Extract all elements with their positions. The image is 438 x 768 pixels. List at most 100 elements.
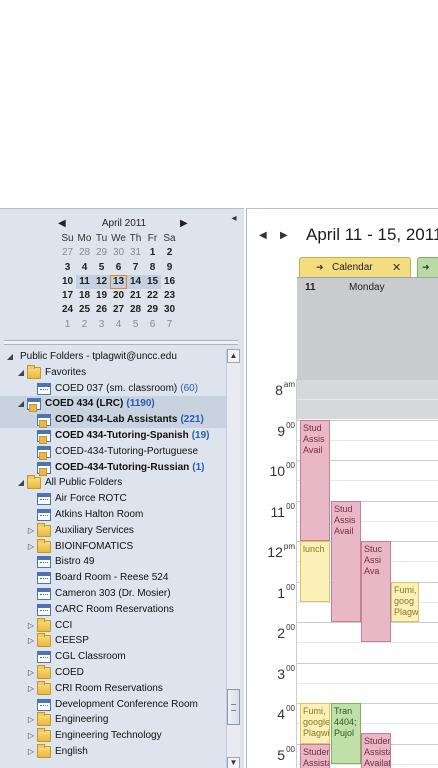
appointment[interactable]: lunch	[300, 541, 330, 602]
day-column-header[interactable]: 11 Monday	[297, 277, 438, 379]
folder-item[interactable]: Atkins Halton Room	[0, 507, 226, 523]
folder-item[interactable]: COED 434-Lab Assistants (221)	[0, 412, 226, 429]
scroll-up-icon[interactable]: ▲	[227, 349, 240, 363]
folder-item[interactable]: COED 434-Tutoring-Spanish (19)	[0, 428, 226, 444]
back-arrow-icon[interactable]: ◀	[259, 229, 269, 243]
appointment[interactable]: Stud Assis Avail	[331, 500, 361, 622]
expand-arrow-icon[interactable]: ▷	[27, 728, 35, 744]
folder-item[interactable]: ▷ COED	[0, 665, 226, 681]
appointment[interactable]: Tran 4404; Pujol	[331, 703, 361, 764]
date-cell[interactable]: 11	[76, 274, 93, 290]
collapse-arrow-icon[interactable]: ◢	[6, 349, 14, 365]
folder-item[interactable]: Bistro 49	[0, 554, 226, 570]
folder-item[interactable]: ◢ Public Folders - tplagwit@uncc.edu	[0, 349, 226, 365]
tab-calendar[interactable]: ➜ Calendar ✕	[299, 257, 411, 277]
date-cell[interactable]: 5	[93, 261, 110, 275]
tab-overlay-calendar[interactable]: ➜	[417, 257, 438, 277]
date-cell[interactable]: 3	[93, 318, 110, 332]
date-cell[interactable]: 23	[161, 289, 178, 303]
forward-arrow-icon[interactable]: ▶	[280, 229, 290, 243]
date-cell[interactable]: 10	[59, 275, 76, 289]
date-cell[interactable]: 1	[144, 246, 161, 260]
date-cell[interactable]: 17	[59, 289, 76, 303]
date-cell[interactable]: 4	[76, 261, 93, 275]
folder-item[interactable]: Cameron 303 (Dr. Mosier)	[0, 586, 226, 602]
expand-arrow-icon[interactable]: ▷	[27, 744, 35, 760]
date-cell[interactable]: 16	[161, 275, 178, 289]
folder-tree-scrollbar[interactable]: ▲ ▼	[226, 349, 240, 768]
folder-item[interactable]: ▷ Engineering	[0, 712, 226, 728]
previous-month-icon[interactable]: ◀	[58, 217, 68, 231]
pane-splitter[interactable]	[4, 340, 238, 345]
date-cell[interactable]: 3	[59, 261, 76, 275]
scroll-thumb[interactable]	[227, 689, 240, 725]
folder-item[interactable]: ◢ Favorites	[0, 364, 226, 381]
folder-item[interactable]: COED 037 (sm. classroom) (60)	[0, 381, 226, 397]
folder-item[interactable]: ▷ Engineering Technology	[0, 728, 226, 744]
expand-arrow-icon[interactable]: ▷	[27, 539, 35, 555]
day-grid[interactable]: Stud Assis Avail Stud Assis Avail lunch Stu…	[297, 379, 438, 768]
date-cell[interactable]: 24	[59, 303, 76, 317]
date-cell[interactable]: 6	[110, 261, 127, 275]
folder-item[interactable]: ▷ English	[0, 744, 226, 760]
date-cell[interactable]: 30	[161, 303, 178, 317]
appointment[interactable]: Fumi, google Plagwi	[300, 703, 330, 744]
date-cell[interactable]: 15	[144, 274, 161, 290]
folder-item[interactable]: ▷ CCI	[0, 617, 226, 634]
expand-arrow-icon[interactable]: ▷	[27, 618, 35, 634]
date-cell[interactable]: 28	[76, 246, 93, 260]
folder-item[interactable]: ◢ All Public Folders	[0, 475, 226, 491]
collapse-arrow-icon[interactable]: ◢	[17, 475, 25, 491]
collapse-arrow-icon[interactable]: ◢	[17, 365, 25, 381]
appointment[interactable]: Studen Assista Availat	[361, 733, 391, 768]
folder-item[interactable]: Development Conference Room	[0, 697, 226, 713]
date-cell[interactable]: 20	[110, 289, 127, 303]
folder-item[interactable]: Board Room - Reese 524	[0, 570, 226, 586]
date-cell[interactable]: 2	[161, 246, 178, 260]
date-cell[interactable]: 12	[93, 274, 110, 290]
date-cell[interactable]: 26	[93, 303, 110, 317]
folder-item[interactable]: CGL Classroom	[0, 649, 226, 665]
folder-item[interactable]: ▷ BIOINFOMATICS	[0, 538, 226, 555]
date-cell[interactable]: 18	[76, 289, 93, 303]
close-icon[interactable]: ✕	[392, 261, 401, 274]
collapse-arrow-icon[interactable]: ◢	[17, 396, 25, 412]
date-cell[interactable]: 30	[110, 246, 127, 260]
appointment[interactable]: Stud Assis Avail	[300, 419, 330, 541]
date-cell[interactable]: 27	[110, 303, 127, 317]
date-cell[interactable]: 1	[59, 318, 76, 332]
date-cell[interactable]: 29	[93, 246, 110, 260]
date-cell[interactable]: 7	[127, 261, 144, 275]
scroll-down-icon[interactable]: ▼	[227, 757, 240, 768]
expand-arrow-icon[interactable]: ▷	[27, 665, 35, 681]
expand-arrow-icon[interactable]: ▷	[27, 633, 35, 649]
folder-item[interactable]: ▷ Auxiliary Services	[0, 522, 226, 539]
folder-item[interactable]: ▷ CEESP	[0, 633, 226, 649]
folder-item[interactable]: COED-434-Tutoring-Portuguese	[0, 444, 226, 460]
date-cell[interactable]: 28	[127, 303, 144, 317]
date-cell[interactable]: 27	[59, 246, 76, 260]
date-cell[interactable]: 14	[127, 274, 144, 290]
folder-item[interactable]: CARC Room Reservations	[0, 602, 226, 618]
date-cell[interactable]: 4	[110, 318, 127, 332]
expand-arrow-icon[interactable]: ▷	[27, 712, 35, 728]
date-cell[interactable]: 7	[161, 318, 178, 332]
date-cell[interactable]: 29	[144, 303, 161, 317]
appointment[interactable]: Studen Assista Availat	[300, 743, 330, 768]
date-cell[interactable]: 8	[144, 261, 161, 275]
date-cell[interactable]: 2	[76, 318, 93, 332]
expand-arrow-icon[interactable]: ▷	[27, 681, 35, 697]
appointment[interactable]: Fumi, goog Plagw	[391, 581, 419, 622]
next-month-icon[interactable]: ▶	[180, 217, 190, 231]
folder-item[interactable]: ▷ CRI Room Reservations	[0, 680, 226, 697]
date-cell[interactable]: 19	[93, 289, 110, 303]
date-cell[interactable]: 13	[110, 274, 127, 290]
folder-item[interactable]: ◢ COED 434 (LRC) (1190)	[0, 396, 226, 413]
appointment[interactable]: Stuc Assi Ava	[361, 541, 391, 643]
date-cell[interactable]: 22	[144, 289, 161, 303]
date-cell[interactable]: 9	[161, 261, 178, 275]
date-cell[interactable]: 5	[127, 318, 144, 332]
folder-item[interactable]: COED-434-Tutoring-Russian (1)	[0, 460, 226, 476]
date-cell[interactable]: 31	[127, 246, 144, 260]
folder-item[interactable]: Air Force ROTC	[0, 491, 226, 507]
